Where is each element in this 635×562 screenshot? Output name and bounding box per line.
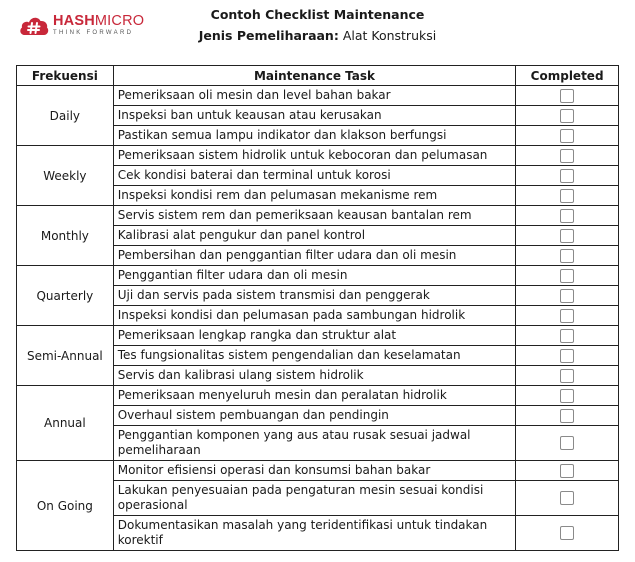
completed-cell (515, 225, 619, 246)
frequency-cell: Daily (16, 85, 114, 146)
completed-cell (515, 165, 619, 186)
task-cell: Inspeksi ban untuk keausan atau kerusaka… (112, 105, 517, 126)
task-cell: Tes fungsionalitas sistem pengendalian d… (112, 345, 517, 366)
completed-cell (515, 265, 619, 286)
completed-checkbox[interactable] (560, 436, 575, 451)
maintenance-checklist-table: Frekuensi Maintenance Task Completed Dai… (16, 65, 619, 551)
frequency-cell: Weekly (16, 145, 114, 206)
completed-checkbox[interactable] (560, 328, 575, 343)
task-cell: Monitor efisiensi operasi dan konsumsi b… (112, 460, 517, 481)
completed-checkbox[interactable] (560, 491, 575, 506)
completed-cell (515, 480, 619, 516)
task-cell: Pemeriksaan menyeluruh mesin dan peralat… (112, 385, 517, 406)
completed-checkbox[interactable] (560, 388, 575, 403)
completed-checkbox[interactable] (560, 288, 575, 303)
completed-checkbox[interactable] (560, 88, 575, 103)
completed-checkbox[interactable] (560, 408, 575, 423)
task-cell: Inspeksi kondisi rem dan pelumasan mekan… (112, 185, 517, 206)
completed-checkbox[interactable] (560, 248, 575, 263)
completed-cell (515, 345, 619, 366)
frequency-cell: Semi-Annual (16, 325, 114, 386)
frequency-cell: Annual (16, 385, 114, 461)
task-cell: Overhaul sistem pembuangan dan pendingin (112, 405, 517, 426)
completed-checkbox[interactable] (560, 348, 575, 363)
frequency-cell: On Going (16, 460, 114, 551)
completed-checkbox[interactable] (560, 308, 575, 323)
completed-checkbox[interactable] (560, 463, 575, 478)
frequency-cell: Quarterly (16, 265, 114, 326)
completed-checkbox[interactable] (560, 168, 575, 183)
task-cell: Lakukan penyesuaian pada pengaturan mesi… (112, 480, 517, 516)
completed-checkbox[interactable] (560, 526, 575, 541)
completed-cell (515, 185, 619, 206)
completed-cell (515, 515, 619, 551)
column-header-completed: Completed (515, 65, 619, 86)
task-cell: Cek kondisi baterai dan terminal untuk k… (112, 165, 517, 186)
completed-cell (515, 125, 619, 146)
completed-checkbox[interactable] (560, 228, 575, 243)
completed-cell (515, 285, 619, 306)
document-header: Contoh Checklist Maintenance Jenis Pemel… (0, 7, 635, 43)
document-subtitle: Jenis Pemeliharaan: Alat Konstruksi (198, 28, 437, 43)
completed-cell (515, 325, 619, 346)
completed-checkbox[interactable] (560, 368, 575, 383)
table-row: Annual Pemeriksaan menyeluruh mesin dan p… (16, 385, 619, 461)
task-cell: Penggantian filter udara dan oli mesin (112, 265, 517, 286)
task-cell: Penggantian komponen yang aus atau rusak… (112, 425, 517, 461)
table-row: Daily Pemeriksaan oli mesin dan level bah… (16, 85, 619, 146)
table-row: Weekly Pemeriksaan sistem hidrolik untuk … (16, 145, 619, 206)
completed-cell (515, 405, 619, 426)
completed-cell (515, 365, 619, 386)
completed-cell (515, 245, 619, 266)
table-row: On Going Monitor efisiensi operasi dan ko… (16, 460, 619, 551)
completed-cell (515, 460, 619, 481)
frequency-cell: Monthly (16, 205, 114, 266)
completed-cell (515, 105, 619, 126)
table-row: Quarterly Penggantian filter udara dan ol… (16, 265, 619, 326)
task-cell: Pemeriksaan sistem hidrolik untuk keboco… (112, 145, 517, 166)
document-title: Contoh Checklist Maintenance (210, 7, 425, 22)
task-cell: Pemeriksaan lengkap rangka dan struktur … (112, 325, 517, 346)
completed-checkbox[interactable] (560, 268, 575, 283)
task-cell: Pemeriksaan oli mesin dan level bahan ba… (112, 85, 517, 106)
table-row: Monthly Servis sistem rem dan pemeriksaan… (16, 205, 619, 266)
table-row: Semi-Annual Pemeriksaan lengkap rangka da… (16, 325, 619, 386)
completed-checkbox[interactable] (560, 208, 575, 223)
completed-checkbox[interactable] (560, 108, 575, 123)
completed-cell (515, 145, 619, 166)
completed-checkbox[interactable] (560, 148, 575, 163)
task-cell: Servis dan kalibrasi ulang sistem hidrol… (112, 365, 517, 386)
completed-cell (515, 205, 619, 226)
task-cell: Uji dan servis pada sistem transmisi dan… (112, 285, 517, 306)
completed-cell (515, 385, 619, 406)
completed-checkbox[interactable] (560, 128, 575, 143)
task-cell: Dokumentasikan masalah yang teridentifik… (112, 515, 517, 551)
task-cell: Inspeksi kondisi dan pelumasan pada samb… (112, 305, 517, 326)
task-cell: Servis sistem rem dan pemeriksaan keausa… (112, 205, 517, 226)
task-cell: Pastikan semua lampu indikator dan klaks… (112, 125, 517, 146)
table-header-row: Frekuensi Maintenance Task Completed (16, 65, 619, 86)
completed-cell (515, 425, 619, 461)
column-header-task: Maintenance Task (112, 65, 517, 86)
completed-cell (515, 85, 619, 106)
task-cell: Kalibrasi alat pengukur dan panel kontro… (112, 225, 517, 246)
completed-cell (515, 305, 619, 326)
column-header-frekuensi: Frekuensi (16, 65, 114, 86)
completed-checkbox[interactable] (560, 188, 575, 203)
task-cell: Pembersihan dan penggantian filter udara… (112, 245, 517, 266)
